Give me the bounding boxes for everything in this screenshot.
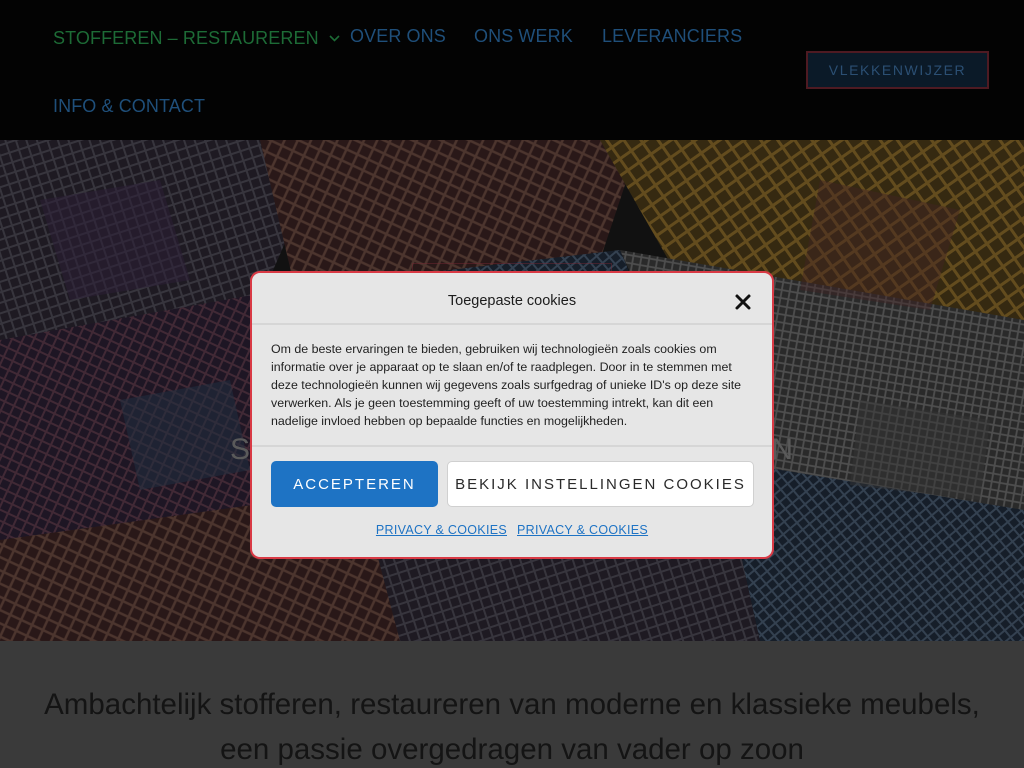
cookie-dialog-message: Om de beste ervaringen te bieden, gebrui… [271, 342, 742, 428]
close-icon[interactable] [733, 292, 753, 312]
cookie-settings-button[interactable]: BEKIJK INSTELLINGEN COOKIES [447, 461, 754, 507]
divider [252, 445, 772, 447]
cookie-consent-dialog: Toegepaste cookies Om de beste ervaringe… [250, 271, 774, 559]
cookie-dialog-title: Toegepaste cookies [447, 293, 577, 309]
cookie-dialog-header: Toegepaste cookies [252, 273, 772, 325]
privacy-cookies-link-2[interactable]: PRIVACY & COOKIES [517, 523, 648, 537]
accept-cookies-button[interactable]: ACCEPTEREN [271, 461, 438, 507]
privacy-cookies-link[interactable]: PRIVACY & COOKIES [376, 523, 507, 537]
cookie-dialog-links: PRIVACY & COOKIES PRIVACY & COOKIES [252, 523, 772, 537]
